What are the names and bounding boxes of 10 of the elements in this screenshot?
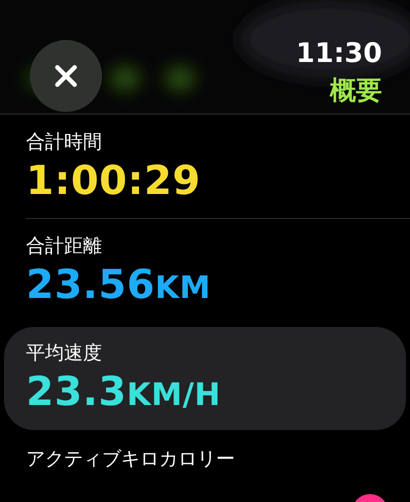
close-icon [53, 62, 79, 88]
page-title: 概要 [330, 74, 382, 108]
metric-label: アクティブキロカロリー [26, 447, 236, 472]
metric-value: 23.56KM [26, 261, 212, 310]
metric-label: 合計時間 [26, 130, 103, 155]
metric-label: 平均速度 [26, 341, 103, 366]
metric-value: 1:00:29 [26, 157, 202, 206]
clock-time: 11:30 [296, 36, 382, 70]
metric-label: 合計距離 [26, 234, 103, 259]
metric-value: 23.3 KM/H [26, 368, 222, 417]
